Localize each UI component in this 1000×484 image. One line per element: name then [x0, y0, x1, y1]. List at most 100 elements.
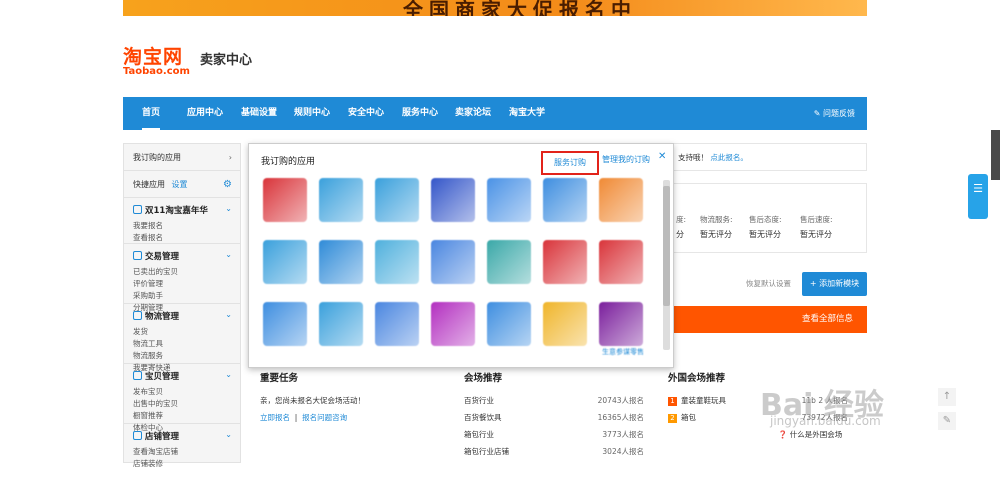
sidebar-link[interactable]: 发货: [133, 326, 187, 338]
sidebar-link[interactable]: 店铺装修: [133, 458, 187, 470]
feedback-link[interactable]: ✎ 问题反馈: [814, 97, 855, 130]
section-title[interactable]: 双11淘宝嘉年华: [145, 206, 208, 216]
venue-row[interactable]: 箱包行业 3773人报名: [464, 426, 644, 443]
banner-text: 全国商家大促报名中: [403, 0, 637, 16]
nav-basic-settings[interactable]: 基础设置: [241, 97, 277, 130]
sidebar-link[interactable]: 发布宝贝: [133, 386, 187, 398]
app-icon[interactable]: [431, 178, 475, 222]
foreign-help[interactable]: ❓ 什么是外国会场: [668, 426, 848, 443]
view-all-button[interactable]: 查看全部信息: [674, 306, 867, 333]
restore-default-link[interactable]: 恢复默认设置: [746, 278, 791, 289]
scroll-top-icon[interactable]: ↑: [938, 388, 956, 406]
side-handle[interactable]: [991, 130, 1000, 180]
app-icon[interactable]: [487, 178, 531, 222]
venue-row[interactable]: 百货餐饮具 16365人报名: [464, 409, 644, 426]
signup-help-link[interactable]: 报名问题咨询: [302, 413, 347, 422]
rating-panel: 度: 分 物流服务: 暂无评分 售后态度: 暂无评分 售后速度: 暂无评分: [674, 183, 867, 253]
app-icon[interactable]: [431, 240, 475, 284]
add-module-button[interactable]: + 添加新模块: [802, 272, 867, 296]
question-icon: ❓: [778, 430, 790, 439]
app-icon[interactable]: 生意参谋零售: [599, 302, 644, 356]
app-icon[interactable]: [319, 178, 363, 222]
chevron-down-icon[interactable]: ⌄: [225, 310, 232, 319]
sidebar-link[interactable]: 橱窗推荐: [133, 410, 187, 422]
tasks-title: 重要任务: [260, 373, 299, 384]
app-icon[interactable]: [319, 302, 363, 346]
app-icon[interactable]: [263, 302, 307, 346]
top-banner[interactable]: 全国商家大促报名中: [123, 0, 867, 16]
venue-row[interactable]: 百货行业 20743人报名: [464, 392, 644, 409]
app-icon[interactable]: [375, 240, 419, 284]
sidebar-link[interactable]: 已卖出的宝贝: [133, 266, 187, 278]
signup-link[interactable]: 点此报名。: [710, 153, 748, 162]
chat-icon[interactable]: ☰: [968, 174, 988, 219]
foreign-help-label: 什么是外国会场: [789, 430, 843, 439]
popup-scrollbar[interactable]: [663, 180, 670, 350]
app-icon[interactable]: [375, 178, 419, 222]
nav-rules-center[interactable]: 规则中心: [294, 97, 330, 130]
my-apps-label: 我订购的应用: [133, 153, 181, 162]
nav-home[interactable]: 首页: [142, 97, 161, 130]
app-icon[interactable]: [431, 302, 475, 346]
sidebar-link[interactable]: 查看淘宝店铺: [133, 446, 187, 458]
foreign-name: 箱包: [681, 413, 696, 422]
app-icon[interactable]: [319, 240, 363, 284]
sidebar-link[interactable]: 查看报名: [133, 232, 187, 244]
section-title[interactable]: 宝贝管理: [145, 372, 179, 382]
close-icon[interactable]: ✕: [658, 151, 666, 162]
venue-row[interactable]: 箱包行业店铺 3024人报名: [464, 443, 644, 460]
app-icon[interactable]: [263, 240, 307, 284]
app-icon[interactable]: [543, 240, 587, 284]
sidebar-link[interactable]: 物流服务: [133, 350, 187, 362]
chevron-down-icon[interactable]: ⌄: [225, 204, 232, 213]
nav-app-center[interactable]: 应用中心: [187, 97, 223, 130]
sidebar-link[interactable]: 物流工具: [133, 338, 187, 350]
feedback-icon[interactable]: ✎: [938, 412, 956, 430]
sidebar-section-items: 宝贝管理 ⌄ 发布宝贝出售中的宝贝 橱窗推荐体检中心: [124, 364, 240, 432]
tasks-message: 亲，您尚未报名大促会场活动！: [260, 396, 365, 405]
rating-label: 物流服务:: [700, 215, 733, 224]
settings-link[interactable]: 设置: [172, 180, 188, 189]
app-icon[interactable]: [599, 178, 643, 222]
page-title: 卖家中心: [200, 53, 253, 68]
watermark-url: jingyan.baidu.com: [770, 414, 881, 428]
rating-label: 度:: [676, 215, 687, 224]
nav-seller-forum[interactable]: 卖家论坛: [455, 97, 491, 130]
gear-icon[interactable]: ⚙: [223, 171, 232, 198]
sidebar-link[interactable]: 评价管理: [133, 278, 187, 290]
app-icon[interactable]: [543, 302, 587, 346]
service-order-link[interactable]: 服务订购: [541, 151, 599, 175]
sidebar-my-apps[interactable]: 我订购的应用 ›: [124, 144, 240, 171]
logo-en: Taobao.com: [123, 66, 190, 77]
chevron-down-icon[interactable]: ⌄: [225, 430, 232, 439]
sidebar-section-shop: 店铺管理 ⌄ 查看淘宝店铺店铺装修: [124, 424, 240, 484]
app-icon[interactable]: [487, 240, 531, 284]
app-icon[interactable]: [599, 240, 643, 284]
app-icon[interactable]: [375, 302, 419, 346]
app-icon[interactable]: [543, 178, 587, 222]
taobao-logo[interactable]: 淘宝网 Taobao.com: [123, 42, 190, 77]
app-icon[interactable]: [487, 302, 531, 346]
chevron-down-icon[interactable]: ⌄: [225, 370, 232, 379]
venue-name: 箱包行业: [464, 430, 494, 439]
quick-apps-label: 快捷应用: [133, 180, 165, 189]
chevron-down-icon[interactable]: ⌄: [225, 250, 232, 259]
section-title[interactable]: 交易管理: [145, 252, 179, 262]
section-title[interactable]: 物流管理: [145, 312, 179, 322]
sidebar-link[interactable]: 出售中的宝贝: [133, 398, 187, 410]
calendar-icon: [133, 205, 142, 214]
sidebar-link[interactable]: 我要报名: [133, 220, 187, 232]
rating-value: 暂无评分: [749, 230, 781, 239]
nav-service-center[interactable]: 服务中心: [402, 97, 438, 130]
nav-security-center[interactable]: 安全中心: [348, 97, 384, 130]
manage-orders-link[interactable]: 管理我的订购: [602, 154, 650, 165]
app-icon[interactable]: [263, 178, 307, 222]
nav-taobao-university[interactable]: 淘宝大学: [509, 97, 545, 130]
section-title[interactable]: 店铺管理: [145, 432, 179, 442]
promo-text: 支持哦！: [678, 153, 708, 162]
scrollbar-thumb[interactable]: [663, 186, 670, 306]
promo-notice: 支持哦！ 点此报名。: [674, 143, 867, 171]
rank-badge: 2: [668, 414, 677, 423]
signup-now-link[interactable]: 立即报名: [260, 413, 290, 422]
sidebar-link[interactable]: 采购助手: [133, 290, 187, 302]
